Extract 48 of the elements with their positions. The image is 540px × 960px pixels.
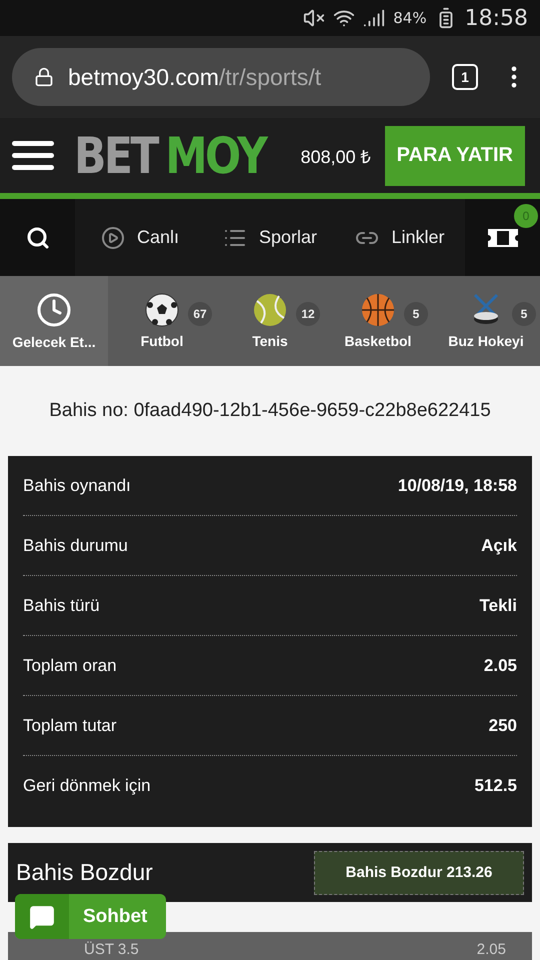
bet-number: Bahis no: 0faad490-12b1-456e-9659-c22b8e622415 — [48, 399, 492, 423]
detail-label: Bahis durumu — [23, 536, 128, 556]
clock-time: 18:58 — [464, 6, 528, 30]
count-badge: 5 — [404, 302, 428, 326]
detail-value: 10/08/19, 18:58 — [398, 476, 517, 496]
basketball-icon — [361, 293, 395, 327]
sport-tab[interactable]: Basketbol 5 — [324, 276, 432, 366]
nav-item[interactable]: Sporlar — [205, 224, 335, 250]
cashout-button[interactable]: Bahis Bozdur 213.26 — [314, 850, 524, 894]
detail-label: Geri dönmek için — [23, 776, 151, 796]
battery-percent: 84% — [393, 9, 427, 27]
detail-value: 2.05 — [484, 656, 517, 676]
count-badge: 5 — [512, 302, 536, 326]
logo[interactable]: BET MOY — [74, 126, 266, 184]
clock-icon — [36, 292, 72, 328]
signal-icon — [363, 7, 386, 29]
selection-odds: 2.05 — [476, 941, 506, 958]
detail-label: Toplam oran — [23, 656, 117, 676]
detail-label: Bahis türü — [23, 596, 100, 616]
selection-name: ÜST 3.5 — [84, 941, 139, 958]
search-button[interactable] — [0, 199, 75, 276]
soccer-ball-icon — [145, 293, 179, 327]
tennis-ball-icon — [253, 293, 287, 327]
count-badge: 12 — [296, 302, 320, 326]
nav-item[interactable]: Linkler — [335, 224, 465, 250]
tab-count[interactable]: 1 — [452, 64, 478, 90]
detail-value: 250 — [488, 716, 517, 736]
search-icon — [26, 226, 50, 250]
nav-item[interactable]: Canlı — [75, 224, 205, 250]
sport-tab[interactable]: Tenis 12 — [216, 276, 324, 366]
detail-label: Toplam tutar — [23, 716, 117, 736]
balance: 808,00 ₺ — [300, 146, 371, 168]
mute-icon — [303, 7, 326, 29]
count-badge: 67 — [188, 302, 212, 326]
chat-icon — [29, 904, 55, 930]
sport-tab[interactable]: Futbol 67 — [108, 276, 216, 366]
detail-value: 512.5 — [474, 776, 517, 796]
detail-value: Tekli — [480, 596, 517, 616]
menu-icon[interactable] — [12, 138, 56, 172]
detail-value: Açık — [481, 536, 517, 556]
sport-tab[interactable]: Gelecek Et... — [0, 276, 108, 366]
lock-icon — [34, 67, 54, 87]
detail-label: Bahis oynandı — [23, 476, 131, 496]
cashout-title: Bahis Bozdur — [16, 859, 153, 886]
address-bar[interactable]: betmoy30.com/tr/sports/t — [12, 48, 430, 106]
ticket-icon — [488, 226, 518, 248]
sport-tab[interactable]: Buz Hokeyi 5 — [432, 276, 540, 366]
play-icon — [100, 226, 125, 250]
